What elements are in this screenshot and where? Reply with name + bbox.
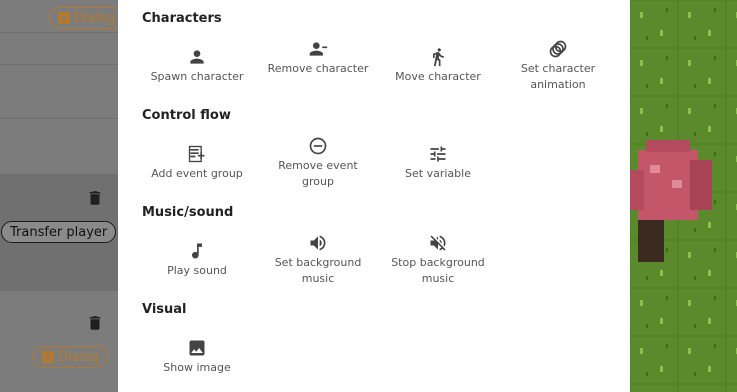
section-title-visual: Visual: [142, 302, 187, 317]
remove-character-label: Remove character: [267, 62, 369, 75]
volume-off-icon: [430, 235, 446, 251]
set-variable-item[interactable]: Set variable: [383, 144, 493, 182]
dialog-chip-label: Dialog: [58, 349, 100, 365]
event-list-backdrop: Dialog Transfer player Dialog: [0, 0, 118, 392]
play-sound-item[interactable]: Play sound: [142, 241, 252, 279]
spawn-character-item[interactable]: Spawn character: [142, 47, 252, 85]
stop-background-music-item[interactable]: Stop background music: [383, 233, 493, 287]
running-person-icon: [433, 48, 444, 67]
show-image-item[interactable]: Show image: [142, 338, 252, 376]
move-character-label: Move character: [395, 70, 481, 83]
set-character-animation-label: Set character animation: [520, 62, 596, 91]
dialog-chip[interactable]: Dialog: [49, 7, 118, 29]
list-divider: [0, 290, 118, 291]
show-image-label: Show image: [163, 361, 231, 374]
dialog-icon: [58, 12, 70, 24]
set-background-music-item[interactable]: Set background music: [263, 233, 373, 287]
set-background-music-label: Set background music: [274, 256, 362, 285]
dialog-icon: [42, 351, 54, 363]
image-icon: [189, 340, 205, 356]
remove-event-group-label: Remove event group: [278, 159, 358, 188]
trash-icon[interactable]: [86, 189, 104, 207]
music-note-icon: [192, 243, 202, 259]
person-remove-icon: [309, 42, 328, 56]
stop-background-music-label: Stop background music: [391, 256, 485, 285]
animation-icon: [549, 40, 567, 58]
move-character-item[interactable]: Move character: [383, 47, 493, 85]
list-divider: [0, 64, 118, 65]
add-action-menu: Characters Spawn character Remove charac…: [118, 0, 630, 392]
section-title-music-sound: Music/sound: [142, 205, 234, 220]
dialog-chip[interactable]: Dialog: [33, 346, 109, 368]
set-character-animation-item[interactable]: Set character animation: [503, 39, 613, 93]
volume-up-icon: [310, 235, 326, 251]
add-event-group-item[interactable]: Add event group: [142, 144, 252, 182]
set-variable-label: Set variable: [405, 167, 471, 180]
play-sound-label: Play sound: [167, 264, 227, 277]
transfer-player-label: Transfer player: [10, 224, 108, 240]
grass-tiles: [630, 0, 737, 392]
game-map-preview: [630, 0, 737, 392]
remove-character-item[interactable]: Remove character: [263, 39, 373, 77]
person-icon: [190, 50, 204, 64]
playlist-add-icon: [188, 145, 205, 163]
section-title-characters: Characters: [142, 11, 222, 26]
remove-circle-icon: [309, 137, 327, 155]
transfer-player-chip[interactable]: Transfer player: [1, 221, 117, 243]
spawn-character-label: Spawn character: [150, 70, 244, 83]
tune-icon: [430, 146, 446, 162]
list-divider: [0, 32, 118, 33]
dialog-chip-label: Dialog: [74, 10, 116, 26]
trash-icon[interactable]: [86, 314, 104, 332]
section-title-control-flow: Control flow: [142, 108, 231, 123]
remove-event-group-item[interactable]: Remove event group: [263, 136, 373, 190]
add-event-group-label: Add event group: [151, 167, 243, 180]
list-divider: [0, 118, 118, 119]
